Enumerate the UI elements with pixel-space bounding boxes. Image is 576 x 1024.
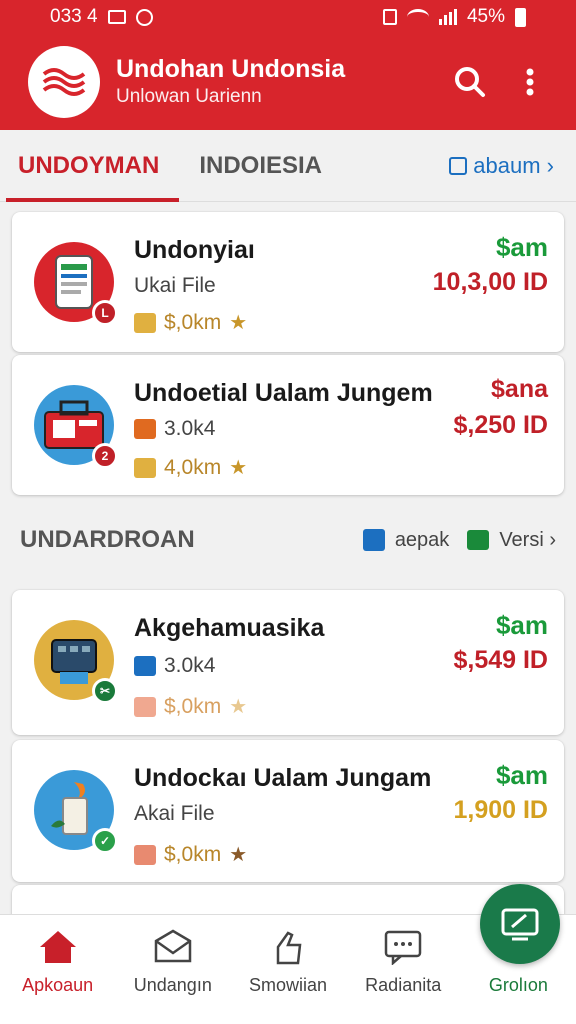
tab-bar: UNDOYMAN INDOIESIA abaum › — [0, 130, 576, 202]
list-item[interactable]: L Undonyiaı Ukai File $,0km ★ $am 10,3,0… — [12, 212, 564, 352]
status-time: 033 4 — [50, 6, 98, 27]
wifi-icon — [406, 9, 429, 25]
list-icon — [362, 529, 385, 551]
item-price: 10,3,00 ID — [432, 268, 548, 296]
tab-indoiesia[interactable]: INDOIESIA — [181, 130, 340, 202]
item-subtitle: 3.0k4 — [134, 654, 215, 678]
list-item[interactable]: 2 Undoetial Ualam Jungem 3.0k4 4,0km ★ $… — [12, 355, 564, 495]
item-rating: $,0km ★ — [134, 694, 247, 719]
mail-icon — [467, 530, 490, 550]
badge-icon: ✂ — [92, 678, 118, 704]
item-price: $,250 ID — [453, 411, 548, 439]
app-logo[interactable] — [28, 46, 100, 118]
printer-icon: ✂ — [34, 620, 118, 704]
envelope-icon — [154, 929, 192, 963]
item-rating: 4,0km ★ — [134, 455, 247, 480]
phone-app-icon: L — [34, 242, 118, 326]
list-item[interactable]: ✓ Undockaı Ualam Jungam Akai File $,0km … — [12, 740, 564, 882]
hand-icon — [276, 931, 302, 965]
flag-logo-icon — [42, 68, 86, 96]
battery-percent: 45% — [466, 6, 505, 27]
item-price: 1,900 ID — [453, 796, 548, 824]
list-item[interactable]: ✂ Akgehamuasika 3.0k4 $,0km ★ $am $,549 … — [12, 590, 564, 735]
car-mini-icon — [134, 419, 156, 439]
edit-icon — [449, 156, 468, 175]
chart-mini-icon — [134, 656, 156, 676]
section-header: UNDARDROAN aepak Versi › — [0, 510, 576, 570]
item-subtitle: Akai File — [134, 802, 215, 825]
home-icon — [39, 931, 76, 963]
item-price-label: $am — [495, 760, 548, 790]
app-subtitle: Unlowan Uarienn — [116, 86, 262, 107]
battery-icon — [515, 7, 526, 27]
nav-apkoaun[interactable]: Apkoaun — [0, 915, 115, 1024]
nav-radianita[interactable]: Radianita — [346, 915, 461, 1024]
item-price-label: $am — [495, 232, 548, 262]
nav-smowiian[interactable]: Smowiian — [230, 915, 345, 1024]
tab-link-abaum[interactable]: abaum › — [449, 153, 554, 179]
section-action-aepak[interactable]: aepak — [395, 529, 450, 552]
toolbox-icon: 2 — [34, 385, 118, 469]
star-icon: ★ — [229, 312, 248, 334]
item-subtitle: 3.0k4 — [134, 417, 215, 441]
star-icon: ★ — [229, 696, 248, 718]
item-price-label: $ana — [491, 375, 548, 403]
message-icon — [107, 10, 126, 24]
item-price-label: $am — [495, 610, 548, 640]
badge-icon: L — [92, 300, 118, 326]
check-mini-icon — [134, 844, 156, 865]
item-title: Undoetial Ualam Jungem — [134, 379, 433, 407]
edit-mini-icon — [134, 312, 156, 333]
item-price: $,549 ID — [453, 646, 548, 674]
edit-mini-icon — [134, 696, 156, 717]
sync-icon — [135, 8, 153, 26]
status-bar: 033 4 45% — [0, 0, 576, 34]
search-button[interactable] — [448, 60, 492, 104]
vibrate-icon — [382, 9, 397, 25]
more-menu-button[interactable] — [508, 60, 552, 104]
item-rating: $,0km ★ — [134, 310, 247, 335]
section-title: UNDARDROAN — [20, 526, 195, 553]
item-title: Undockaı Ualam Jungam — [134, 764, 432, 792]
search-icon — [455, 67, 485, 97]
tab-undoyman[interactable]: UNDOYMAN — [0, 130, 180, 202]
star-icon: ★ — [229, 844, 248, 866]
badge-icon: 2 — [92, 443, 118, 469]
chat-icon — [384, 930, 422, 965]
scroll-icon: ✓ — [34, 770, 118, 854]
item-subtitle: Ukai File — [134, 274, 216, 297]
app-title: Undohan Undonsia — [116, 55, 346, 83]
item-rating: $,0km ★ — [134, 842, 247, 867]
section-action-versi[interactable]: Versi › — [499, 529, 556, 552]
fab-button[interactable] — [480, 884, 560, 964]
item-title: Akgehamuasika — [134, 614, 325, 642]
badge-icon: ✓ — [92, 828, 118, 854]
monitor-edit-icon — [501, 908, 539, 941]
signal-icon — [438, 9, 457, 25]
star-icon: ★ — [229, 457, 248, 479]
item-title: Undonyiaı — [134, 236, 255, 264]
app-bar: Undohan Undonsia Unlowan Uarienn — [0, 34, 576, 130]
more-vert-icon — [526, 68, 534, 96]
nav-undangin[interactable]: Undangın — [115, 915, 230, 1024]
crown-mini-icon — [134, 457, 156, 478]
